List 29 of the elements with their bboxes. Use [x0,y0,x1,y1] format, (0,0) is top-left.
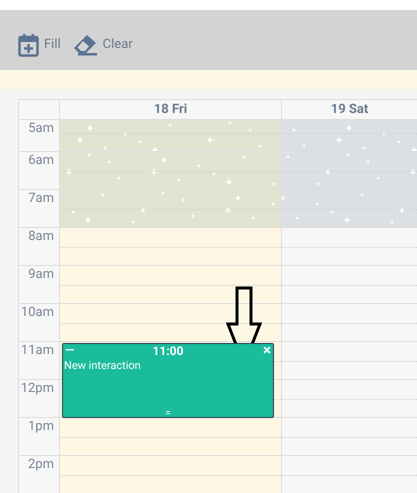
night-slot[interactable] [60,152,282,189]
hour-label: 1pm [28,418,54,436]
eraser-icon [72,34,98,56]
minimize-button[interactable]: — [65,342,74,358]
hour-label: 7am [28,190,54,208]
event-time: 11:00 [152,344,184,358]
calendar-plus-icon [18,33,39,57]
event-card[interactable]: — 11:00 × New interaction = [62,343,274,418]
night-slot[interactable] [282,152,417,189]
night-slot[interactable] [282,190,417,227]
toolbar-button[interactable]: Clear [72,34,133,56]
hour-label: 11am [20,342,54,360]
hour-label: 5am [28,120,54,138]
hour-label: 2pm [28,456,54,474]
time-slot[interactable] [60,304,282,341]
hour-label: 9am [28,266,54,284]
hour-label: 10am [20,304,54,322]
night-slot[interactable] [60,190,282,227]
close-button[interactable]: × [263,342,271,358]
day-header: 18 Fri [60,100,282,119]
night-slot[interactable] [282,120,417,151]
hour-label: 12pm [20,380,54,398]
hour-label: 8am [28,228,54,246]
hour-label: 6am [28,152,54,170]
day-header: 19 Sat [330,101,370,119]
resize-handle[interactable]: = [165,408,171,420]
night-slot[interactable] [60,120,282,151]
toolbar-button[interactable]: Fill [18,33,61,57]
event-title: New interaction [64,359,141,373]
